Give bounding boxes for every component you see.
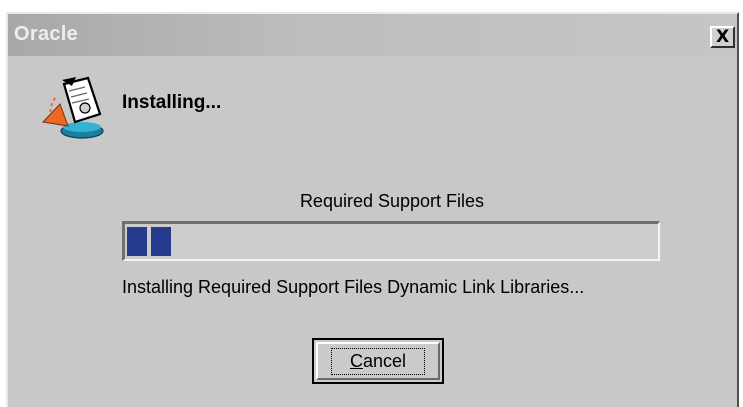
cancel-button[interactable]: Cancel [312, 338, 444, 384]
title-bar[interactable]: Oracle X [8, 14, 737, 56]
install-document-icon [42, 76, 104, 139]
progress-segment [127, 227, 147, 256]
close-icon: X [715, 26, 730, 47]
installer-dialog: Oracle X Installing... Required Support … [6, 12, 739, 407]
cancel-button-face: Cancel [316, 342, 440, 380]
cancel-label-rest: ancel [362, 350, 407, 371]
window-title: Oracle [14, 23, 79, 45]
close-button[interactable]: X [710, 26, 735, 48]
progress-label: Required Support Files [299, 191, 485, 211]
status-text: Installing Required Support Files Dynami… [122, 277, 585, 297]
cancel-button-label: Cancel [330, 347, 426, 375]
progress-segment [151, 227, 171, 256]
cancel-mnemonic: C [349, 350, 363, 371]
progress-bar [122, 221, 660, 261]
installing-heading: Installing... [122, 92, 222, 113]
